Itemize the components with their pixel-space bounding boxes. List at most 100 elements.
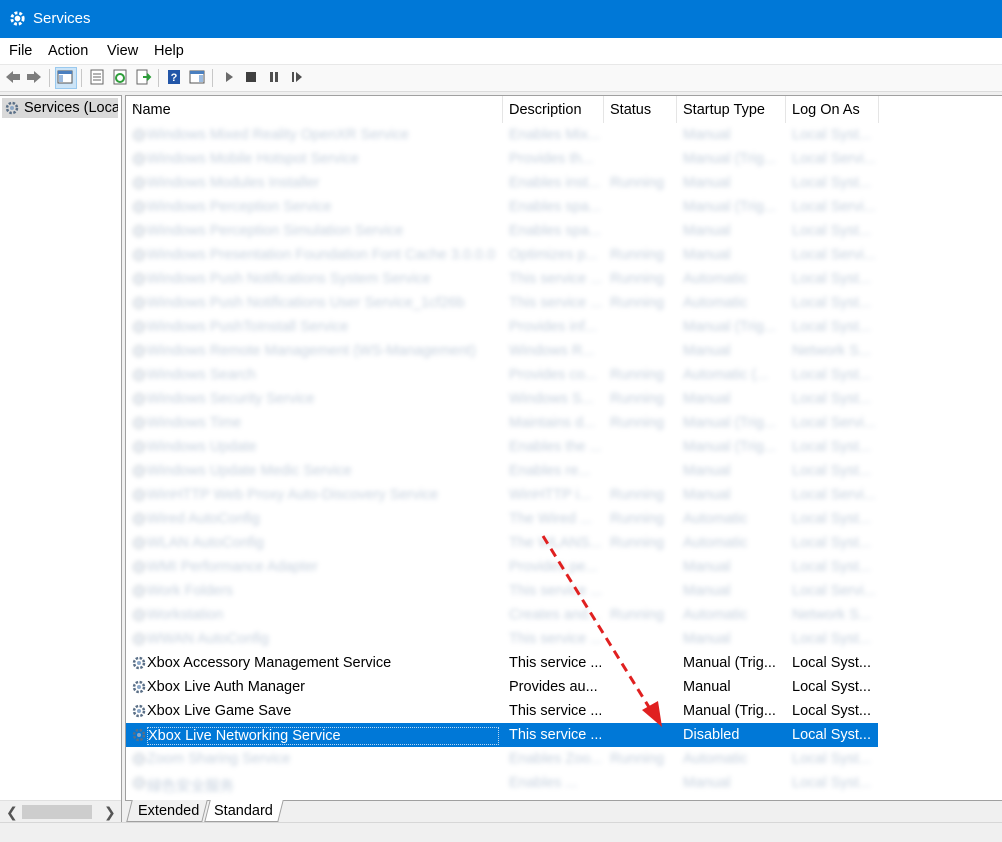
service-description: This service ...: [509, 295, 601, 311]
restart-service-icon[interactable]: [288, 68, 306, 86]
table-row[interactable]: WMI Performance Adapter Provides pe... Man…: [126, 555, 878, 579]
service-description: Enables spa...: [509, 223, 601, 239]
pause-service-icon[interactable]: [265, 68, 283, 86]
table-row[interactable]: Windows Modules Installer Enables inst...…: [126, 171, 878, 195]
window-title: Services: [33, 10, 91, 27]
scrollbar-thumb[interactable]: [22, 805, 92, 819]
service-status: Running: [610, 751, 665, 767]
service-startup-type: Automatic: [683, 751, 748, 767]
service-name: Zoom Sharing Service: [147, 751, 291, 767]
service-description: Optimizes p...: [509, 247, 598, 263]
service-startup-type: Manual: [683, 559, 731, 575]
table-row[interactable]: Xbox Live Auth Manager Provides au... Manu…: [126, 675, 878, 699]
service-gear-icon: [131, 175, 147, 191]
menu-action[interactable]: Action: [48, 43, 88, 59]
table-row[interactable]: Wired AutoConfig The Wired ... Running Auto…: [126, 507, 878, 531]
services-gear-icon: [10, 11, 25, 26]
service-log-on-as: Local Syst...: [792, 367, 871, 383]
service-status: Running: [610, 295, 665, 311]
column-header-description[interactable]: Description: [503, 96, 604, 123]
table-row[interactable]: Windows Update Medic Service Enables re..…: [126, 459, 878, 483]
service-description: The WLANS...: [509, 535, 601, 551]
scroll-left-icon[interactable]: ❮: [6, 804, 18, 821]
table-row[interactable]: Windows Mobile Hotspot Service Provides t…: [126, 147, 878, 171]
service-gear-icon: [131, 127, 147, 143]
toolbar-separator: [49, 69, 50, 87]
service-startup-type: Manual: [683, 223, 731, 239]
service-gear-icon: [131, 487, 147, 503]
table-row[interactable]: 緑色安全服务 Enables ... Manual Local Syst...: [126, 771, 878, 795]
table-row[interactable]: Zoom Sharing Service Enables Zoo... Runnin…: [126, 747, 878, 771]
show-hide-action-pane-icon[interactable]: [188, 68, 206, 86]
table-row[interactable]: Xbox Live Game Save This service ... Manua…: [126, 699, 878, 723]
table-row[interactable]: Workstation Creates and... Running Automati…: [126, 603, 878, 627]
service-gear-icon: [131, 199, 147, 215]
service-name: Windows Update Medic Service: [147, 463, 352, 479]
service-description: Provides co...: [509, 367, 597, 383]
back-icon[interactable]: [4, 68, 22, 86]
table-row[interactable]: Windows Perception Simulation Service Ena…: [126, 219, 878, 243]
column-header-label: Description: [509, 102, 582, 118]
table-row[interactable]: WinHTTP Web Proxy Auto-Discovery Service…: [126, 483, 878, 507]
forward-icon[interactable]: [25, 68, 43, 86]
stop-service-icon[interactable]: [242, 68, 260, 86]
service-gear-icon: [131, 415, 147, 431]
view-tabs: Extended Standard: [125, 800, 1002, 823]
service-log-on-as: Local Syst...: [792, 655, 871, 671]
service-gear-icon: [131, 655, 147, 671]
refresh-icon[interactable]: [111, 68, 129, 86]
table-row[interactable]: Windows Time Maintains d... Running Manual …: [126, 411, 878, 435]
service-name: Xbox Live Game Save: [147, 703, 292, 719]
service-log-on-as: Local Syst...: [792, 439, 871, 455]
toolbar-separator: [158, 69, 159, 87]
export-list-icon[interactable]: [134, 68, 152, 86]
service-log-on-as: Local Syst...: [792, 751, 871, 767]
service-startup-type: Manual (Trig...: [683, 319, 776, 335]
menu-help[interactable]: Help: [154, 43, 184, 59]
properties-icon[interactable]: [88, 68, 106, 86]
start-service-icon[interactable]: [220, 68, 238, 86]
table-row[interactable]: Windows Security Service Windows S... Runn…: [126, 387, 878, 411]
table-row[interactable]: Xbox Accessory Management Service This se…: [126, 651, 878, 675]
column-header-status[interactable]: Status: [604, 96, 677, 123]
help-icon[interactable]: ?: [165, 68, 183, 86]
menu-view[interactable]: View: [107, 43, 138, 59]
table-row[interactable]: Windows Perception Service Enables spa...…: [126, 195, 878, 219]
tree-item-services-local[interactable]: Services (Loca: [2, 98, 118, 118]
column-header-startup-type[interactable]: Startup Type: [677, 96, 786, 123]
table-row[interactable]: Work Folders This service ... Manual Local …: [126, 579, 878, 603]
tree-horizontal-scrollbar[interactable]: ❮ ❯: [0, 800, 121, 823]
title-bar: Services: [0, 0, 1002, 38]
table-row[interactable]: Windows Push Notifications System Servic…: [126, 267, 878, 291]
service-description: Creates and...: [509, 607, 601, 623]
console-tree: Services (Loca ❮ ❯: [0, 95, 122, 823]
menu-file[interactable]: File: [9, 43, 32, 59]
table-row[interactable]: WWAN AutoConfig This service ... Manual Loc…: [126, 627, 878, 651]
table-row[interactable]: Windows Remote Management (WS-Management…: [126, 339, 878, 363]
service-log-on-as: Local Syst...: [792, 463, 871, 479]
table-row[interactable]: Windows Mixed Reality OpenXR Service Enab…: [126, 123, 878, 147]
table-row-selected[interactable]: Xbox Live Networking Service This service…: [126, 723, 878, 747]
service-gear-icon: [131, 319, 147, 335]
service-gear-icon: [131, 703, 147, 719]
column-header-log-on-as[interactable]: Log On As: [786, 96, 879, 123]
table-row[interactable]: Windows Push Notifications User Service_…: [126, 291, 878, 315]
service-name: Windows Modules Installer: [147, 175, 320, 191]
table-row[interactable]: Windows Presentation Foundation Font Cac…: [126, 243, 878, 267]
service-log-on-as: Local Syst...: [792, 535, 871, 551]
service-gear-icon: [131, 511, 147, 527]
service-log-on-as: Local Syst...: [792, 271, 871, 287]
tab-standard[interactable]: Standard: [204, 800, 284, 822]
table-row[interactable]: WLAN AutoConfig The WLANS... Running Automa…: [126, 531, 878, 555]
service-description: Windows S...: [509, 391, 594, 407]
scroll-right-icon[interactable]: ❯: [104, 804, 116, 821]
table-row[interactable]: Windows Update Enables the ... Manual (Tri…: [126, 435, 878, 459]
service-description: Provides inf...: [509, 319, 597, 335]
service-log-on-as: Local Syst...: [792, 175, 871, 191]
table-row[interactable]: Windows Search Provides co... Running Autom…: [126, 363, 878, 387]
service-log-on-as: Local Syst...: [792, 295, 871, 311]
column-header-name[interactable]: Name ⌃: [126, 96, 503, 123]
table-row[interactable]: Windows PushToInstall Service Provides in…: [126, 315, 878, 339]
show-hide-console-tree-icon[interactable]: [55, 67, 77, 89]
tab-extended[interactable]: Extended: [126, 800, 208, 822]
